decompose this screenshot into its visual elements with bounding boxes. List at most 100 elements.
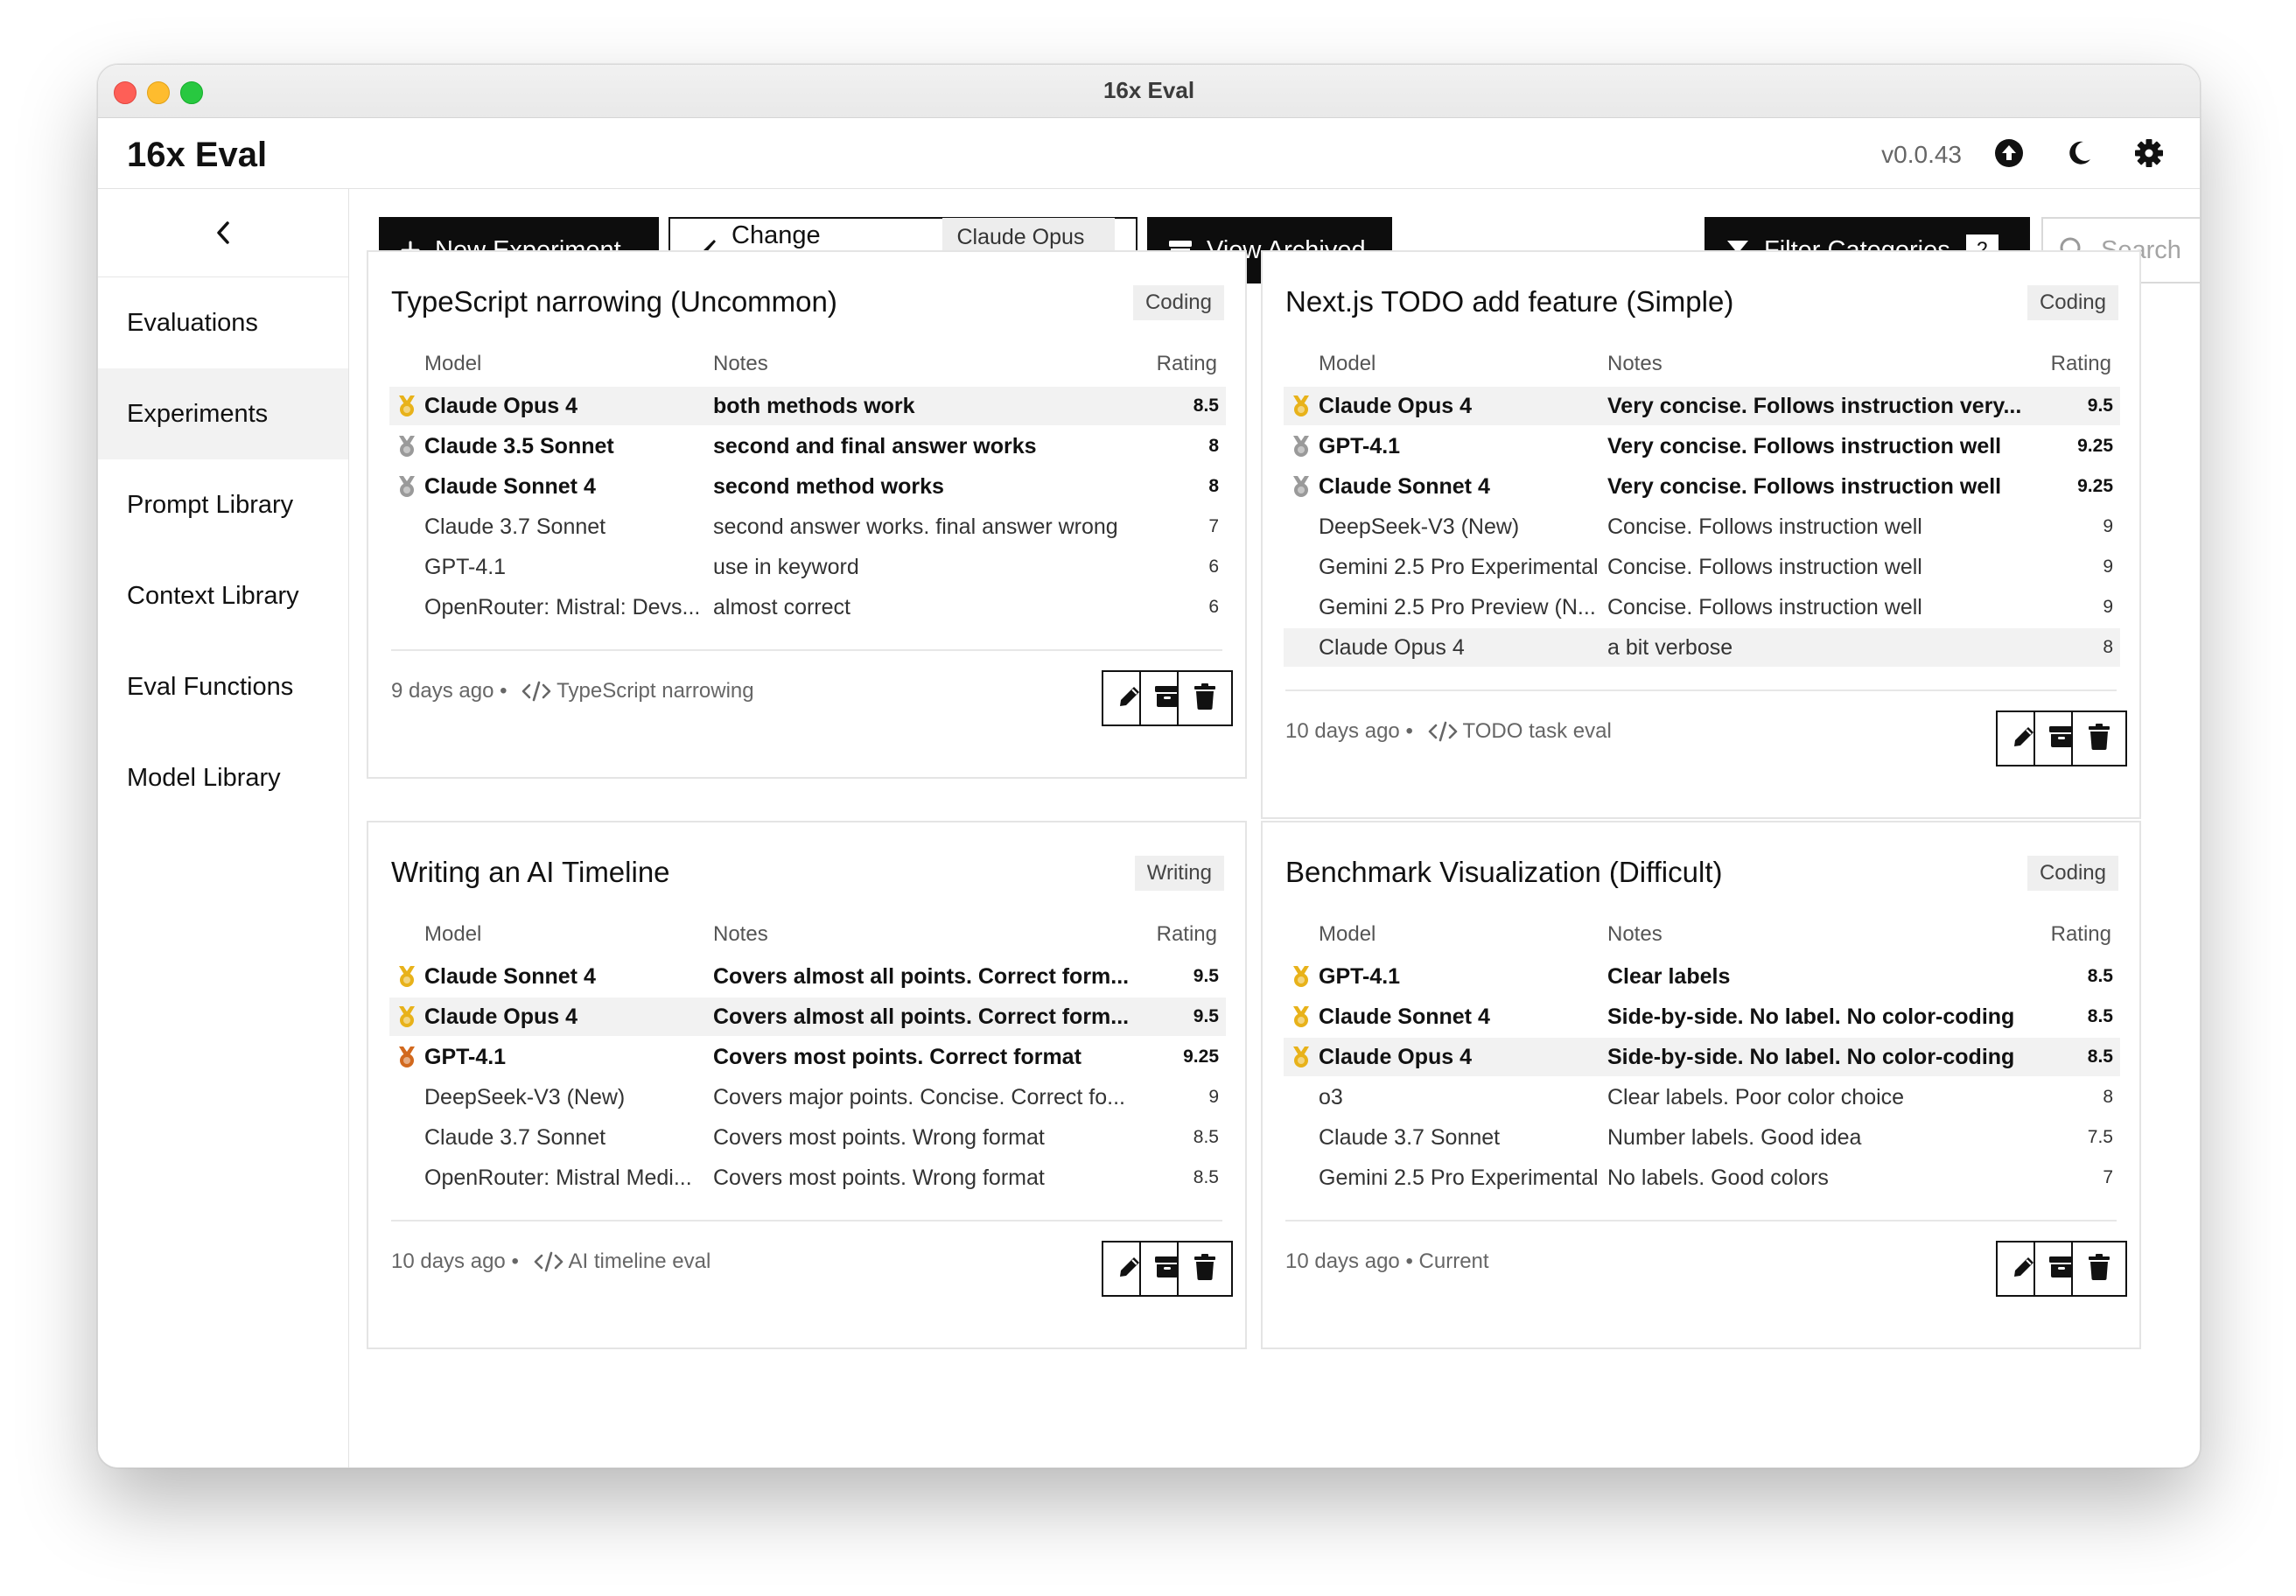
- medal-icon: [1284, 1046, 1319, 1068]
- experiment-card[interactable]: Writing an AI Timeline Writing Model Notes R…: [367, 821, 1247, 1349]
- app-title: 16x Eval: [127, 136, 268, 174]
- column-header-model: Model: [424, 922, 482, 946]
- medal-icon: [389, 475, 424, 498]
- sidebar-item-prompt-library[interactable]: Prompt Library: [98, 459, 348, 550]
- model-cell: GPT-4.1: [1319, 963, 1401, 989]
- eval-function-link[interactable]: AI timeline eval: [569, 1250, 711, 1274]
- footer-separator: •: [494, 679, 514, 703]
- rating-cell: 9: [2103, 597, 2113, 617]
- card-footer: 9 days ago • TypeScript narrowing: [391, 679, 754, 704]
- table-row: Gemini 2.5 Pro Experimental No labels. Go…: [1284, 1158, 2120, 1197]
- notes-cell: Covers most points. Correct format: [713, 1044, 1082, 1069]
- rating-cell: 9.25: [1183, 1046, 1219, 1067]
- settings-gear-icon[interactable]: [2133, 137, 2165, 169]
- rating-cell: 7: [2103, 1167, 2113, 1187]
- app-header: 16x Eval v0.0.43: [98, 118, 2200, 189]
- experiment-card[interactable]: Benchmark Visualization (Difficult) Codin…: [1261, 821, 2141, 1349]
- rating-cell: 7.5: [2087, 1127, 2113, 1147]
- rating-cell: 9: [2103, 516, 2113, 536]
- notes-cell: Very concise. Follows instruction well: [1607, 473, 2002, 499]
- column-header-model: Model: [1319, 922, 1376, 946]
- model-cell: Claude Opus 4: [424, 1004, 578, 1029]
- column-header-rating: Rating: [1156, 352, 1217, 375]
- table-row: Claude Opus 4 a bit verbose 8: [1284, 628, 2120, 667]
- rating-cell: 8.5: [1193, 1127, 1219, 1147]
- column-header-notes: Notes: [713, 922, 768, 946]
- notes-cell: Side-by-side. No label. No color-coding: [1607, 1004, 2015, 1029]
- delete-button[interactable]: [1177, 1241, 1233, 1297]
- rating-cell: 6: [1208, 597, 1219, 617]
- model-cell: Claude Opus 4: [424, 393, 578, 418]
- medal-icon: [1284, 475, 1319, 498]
- rating-cell: 8.5: [1193, 396, 1219, 416]
- notes-cell: Side-by-side. No label. No color-coding: [1607, 1044, 2015, 1069]
- model-cell: Gemini 2.5 Pro Experimental: [1319, 554, 1599, 579]
- model-cell: Claude 3.7 Sonnet: [424, 514, 606, 539]
- notes-cell: second answer works. final answer wrong: [713, 514, 1118, 539]
- card-footer: 10 days ago • AI timeline eval: [391, 1250, 710, 1274]
- sidebar-item-label: Eval Functions: [127, 672, 294, 701]
- notes-cell: Concise. Follows instruction well: [1607, 594, 1922, 620]
- upload-icon[interactable]: [1993, 137, 2025, 169]
- rating-cell: 7: [1208, 516, 1219, 536]
- notes-cell: Covers major points. Concise. Correct fo…: [713, 1084, 1125, 1110]
- rating-cell: 8: [1208, 476, 1219, 496]
- code-icon: [534, 1251, 564, 1272]
- medal-icon: [1284, 965, 1319, 988]
- card-title: TypeScript narrowing (Uncommon): [391, 285, 837, 318]
- trash-icon: [1194, 682, 1216, 714]
- window-title: 16x Eval: [1102, 77, 1195, 103]
- sidebar-item-label: Experiments: [127, 399, 269, 428]
- eval-function-link[interactable]: TypeScript narrowing: [556, 679, 753, 704]
- rating-cell: 9.5: [2087, 396, 2113, 416]
- table-row: Claude Sonnet 4 Very concise. Follows ins…: [1284, 467, 2120, 506]
- notes-cell: a bit verbose: [1607, 634, 1733, 660]
- card-timestamp: 10 days ago: [1285, 719, 1400, 743]
- eval-function-link[interactable]: Current: [1419, 1250, 1489, 1274]
- category-chip: Coding: [1132, 285, 1224, 320]
- medal-icon: [389, 965, 424, 988]
- footer-separator: •: [1399, 1250, 1419, 1273]
- model-cell: Claude 3.7 Sonnet: [424, 1124, 606, 1150]
- delete-button[interactable]: [2071, 710, 2127, 766]
- delete-button[interactable]: [2071, 1241, 2127, 1297]
- delete-button[interactable]: [1177, 670, 1233, 726]
- experiment-card[interactable]: TypeScript narrowing (Uncommon) Coding Mod…: [367, 250, 1247, 779]
- sidebar-item-label: Model Library: [127, 763, 281, 792]
- model-cell: Claude 3.5 Sonnet: [424, 433, 614, 458]
- sidebar-item-eval-functions[interactable]: Eval Functions: [98, 641, 348, 732]
- notes-cell: Very concise. Follows instruction very..…: [1607, 393, 2022, 418]
- card-divider: [391, 1220, 1222, 1222]
- card-footer: 10 days ago • TODO task eval: [1285, 719, 1612, 744]
- title-bar: 16x Eval: [98, 65, 2200, 118]
- card-footer: 10 days ago • Current: [1285, 1250, 1489, 1274]
- rating-cell: 8.5: [1193, 1167, 1219, 1187]
- notes-cell: both methods work: [713, 393, 915, 418]
- medal-icon: [389, 435, 424, 458]
- main-content: New Experiment Change Highlight Claude O…: [349, 189, 2200, 1467]
- notes-cell: use in keyword: [713, 554, 859, 579]
- category-chip: Writing: [1134, 856, 1224, 891]
- code-icon: [1428, 721, 1458, 742]
- sidebar-item-model-library[interactable]: Model Library: [98, 732, 348, 823]
- sidebar-item-context-library[interactable]: Context Library: [98, 550, 348, 641]
- trash-icon: [2088, 1253, 2110, 1284]
- notes-cell: second method works: [713, 473, 944, 499]
- model-cell: Gemini 2.5 Pro Experimental: [1319, 1165, 1599, 1190]
- notes-cell: Concise. Follows instruction well: [1607, 554, 1922, 579]
- sidebar-item-evaluations[interactable]: Evaluations: [98, 277, 348, 368]
- model-cell: Claude Sonnet 4: [1319, 473, 1490, 499]
- dark-mode-icon[interactable]: [2063, 137, 2095, 169]
- eval-function-link[interactable]: TODO task eval: [1463, 719, 1612, 744]
- notes-cell: almost correct: [713, 594, 850, 620]
- collapse-sidebar-button[interactable]: [98, 189, 348, 277]
- rating-cell: 6: [1208, 556, 1219, 577]
- model-cell: Claude Sonnet 4: [424, 473, 596, 499]
- sidebar-item-experiments[interactable]: Experiments: [98, 368, 348, 459]
- rating-cell: 8.5: [2087, 966, 2113, 986]
- card-timestamp: 10 days ago: [391, 1250, 506, 1273]
- table-row: Gemini 2.5 Pro Experimental Concise. Foll…: [1284, 548, 2120, 586]
- rating-cell: 9.25: [2077, 436, 2113, 456]
- experiment-card[interactable]: Next.js TODO add feature (Simple) Coding M…: [1261, 250, 2141, 819]
- card-timestamp: 9 days ago: [391, 679, 494, 703]
